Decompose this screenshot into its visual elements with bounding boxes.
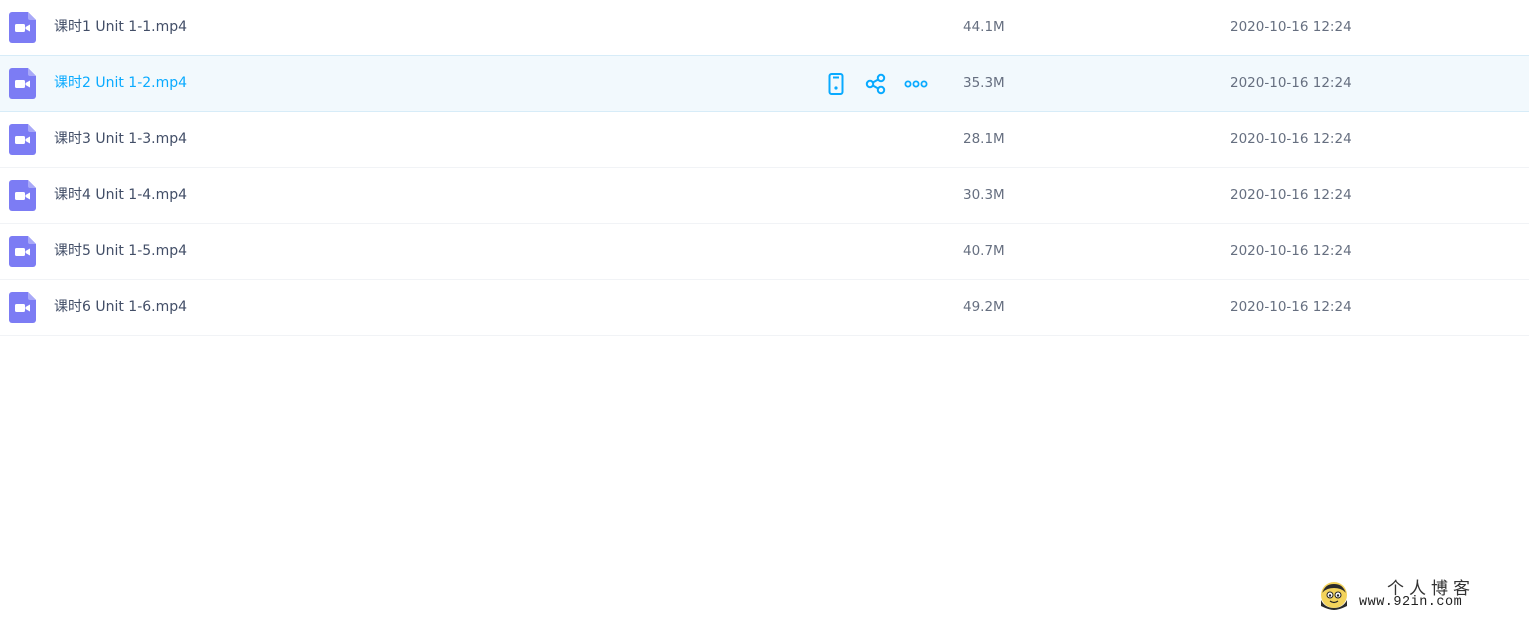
video-file-icon bbox=[9, 292, 36, 323]
file-size: 28.1M bbox=[963, 131, 1005, 147]
file-row[interactable]: 课时4 Unit 1-4.mp4 30.3M 2020-10-16 12:24 bbox=[0, 168, 1529, 224]
video-file-icon bbox=[9, 12, 36, 43]
watermark-url: www.92in.com bbox=[1359, 595, 1463, 610]
file-name[interactable]: 课时2 Unit 1-2.mp4 bbox=[54, 56, 187, 111]
video-file-icon bbox=[9, 68, 36, 99]
file-name[interactable]: 课时5 Unit 1-5.mp4 bbox=[54, 224, 187, 279]
file-row[interactable]: 课时3 Unit 1-3.mp4 28.1M 2020-10-16 12:24 bbox=[0, 112, 1529, 168]
file-date: 2020-10-16 12:24 bbox=[1230, 299, 1352, 315]
share-icon[interactable] bbox=[864, 72, 888, 96]
file-size: 40.7M bbox=[963, 243, 1005, 259]
file-date: 2020-10-16 12:24 bbox=[1230, 243, 1352, 259]
file-name[interactable]: 课时4 Unit 1-4.mp4 bbox=[54, 168, 187, 223]
video-file-icon bbox=[9, 124, 36, 155]
file-date: 2020-10-16 12:24 bbox=[1230, 75, 1352, 91]
file-size: 44.1M bbox=[963, 19, 1005, 35]
video-file-icon bbox=[9, 180, 36, 211]
file-date: 2020-10-16 12:24 bbox=[1230, 187, 1352, 203]
file-name[interactable]: 课时3 Unit 1-3.mp4 bbox=[54, 112, 187, 167]
file-row[interactable]: 课时6 Unit 1-6.mp4 49.2M 2020-10-16 12:24 bbox=[0, 280, 1529, 336]
file-row[interactable]: 课时5 Unit 1-5.mp4 40.7M 2020-10-16 12:24 bbox=[0, 224, 1529, 280]
watermark: 个人博客 www.92in.com bbox=[1319, 574, 1515, 616]
file-date: 2020-10-16 12:24 bbox=[1230, 19, 1352, 35]
phone-icon[interactable] bbox=[824, 72, 848, 96]
video-file-icon bbox=[9, 236, 36, 267]
file-list: 课时1 Unit 1-1.mp4 44.1M 2020-10-16 12:24 … bbox=[0, 0, 1529, 336]
file-row[interactable]: 课时1 Unit 1-1.mp4 44.1M 2020-10-16 12:24 bbox=[0, 0, 1529, 56]
file-name[interactable]: 课时1 Unit 1-1.mp4 bbox=[54, 0, 187, 55]
file-size: 35.3M bbox=[963, 75, 1005, 91]
file-size: 49.2M bbox=[963, 299, 1005, 315]
file-name[interactable]: 课时6 Unit 1-6.mp4 bbox=[54, 280, 187, 335]
file-date: 2020-10-16 12:24 bbox=[1230, 131, 1352, 147]
file-size: 30.3M bbox=[963, 187, 1005, 203]
more-icon[interactable] bbox=[904, 72, 928, 96]
file-row-hovered[interactable]: 课时2 Unit 1-2.mp4 35.3M 2020-10-16 12:24 bbox=[0, 55, 1529, 112]
avatar-icon bbox=[1321, 582, 1347, 610]
